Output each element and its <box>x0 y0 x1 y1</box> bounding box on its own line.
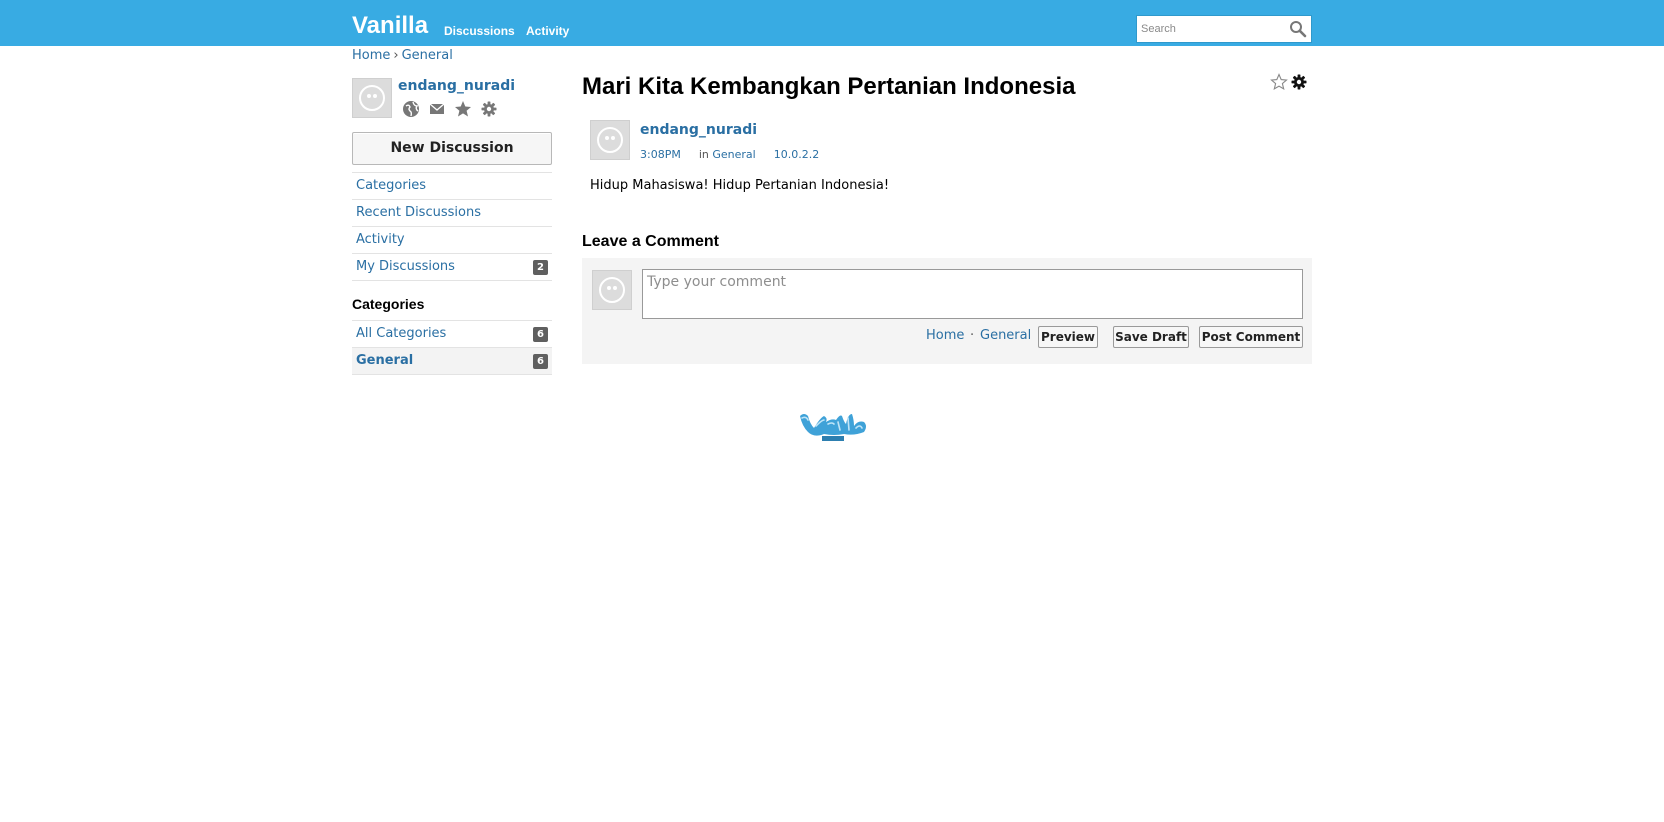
sidebar-nav: Categories Recent Discussions Activity M… <box>352 172 552 281</box>
comment-crumb-separator: · <box>970 328 975 343</box>
categories-heading: Categories <box>352 296 425 312</box>
category-label[interactable]: General <box>356 353 413 368</box>
comment-field-wrapper <box>642 269 1303 319</box>
category-list: All Categories 6 General 6 <box>352 320 552 375</box>
search-input[interactable] <box>1141 20 1281 38</box>
me-box: endang_nuradi <box>352 78 552 120</box>
bookmark-star-icon[interactable] <box>1270 73 1288 91</box>
sidebar-item-my-discussions[interactable]: My Discussions 2 <box>352 254 552 281</box>
gear-icon[interactable] <box>1290 73 1308 91</box>
breadcrumb-separator: › <box>393 48 399 63</box>
post-category-link[interactable]: General <box>712 148 755 161</box>
preview-button[interactable]: Preview <box>1038 326 1098 348</box>
breadcrumb: Home › General <box>352 48 453 63</box>
post-in-label: in General <box>699 148 756 161</box>
count-badge: 2 <box>533 260 548 275</box>
sidebar-item-categories[interactable]: Categories <box>352 173 552 200</box>
breadcrumb-general[interactable]: General <box>402 48 453 63</box>
category-item-all[interactable]: All Categories 6 <box>352 321 552 348</box>
username-link[interactable]: endang_nuradi <box>398 78 515 94</box>
post-author-link[interactable]: endang_nuradi <box>640 122 757 138</box>
sidebar-item-label[interactable]: Categories <box>356 178 426 193</box>
dashboard-icon[interactable] <box>402 100 420 118</box>
category-label[interactable]: All Categories <box>356 326 446 341</box>
comment-form: Home · General Preview Save Draft Post C… <box>582 258 1312 364</box>
brand-logo-link[interactable]: Vanilla <box>352 12 428 40</box>
sidebar-item-label[interactable]: Recent Discussions <box>356 205 481 220</box>
post-meta: 3:08PM in General 10.0.2.2 <box>640 148 819 161</box>
comment-avatar <box>592 270 632 310</box>
in-prefix: in <box>698 148 709 161</box>
sidebar-item-label[interactable]: My Discussions <box>356 259 455 274</box>
nav-activity[interactable]: Activity <box>526 24 569 38</box>
post-body: Hidup Mahasiswa! Hidup Pertanian Indones… <box>590 178 890 193</box>
discussion-options <box>1270 73 1310 91</box>
sidebar-item-label[interactable]: Activity <box>356 232 405 247</box>
count-badge: 6 <box>533 327 548 342</box>
post-author-avatar[interactable] <box>590 120 630 160</box>
bookmarks-icon[interactable] <box>454 100 472 118</box>
search-box <box>1136 15 1312 43</box>
count-badge: 6 <box>533 354 548 369</box>
sidebar-item-activity[interactable]: Activity <box>352 227 552 254</box>
comment-crumb-general[interactable]: General <box>980 328 1031 343</box>
breadcrumb-home[interactable]: Home <box>352 48 390 63</box>
comment-textarea[interactable] <box>643 270 1302 318</box>
avatar[interactable] <box>352 78 392 118</box>
sidebar-item-recent-discussions[interactable]: Recent Discussions <box>352 200 552 227</box>
inbox-icon[interactable] <box>428 100 446 118</box>
post-ip-address[interactable]: 10.0.2.2 <box>774 148 819 161</box>
category-item-general[interactable]: General 6 <box>352 348 552 375</box>
vanilla-forums-logo[interactable] <box>794 408 870 444</box>
nav-discussions[interactable]: Discussions <box>444 24 515 38</box>
save-draft-button[interactable]: Save Draft <box>1113 326 1189 348</box>
top-bar: Vanilla Discussions Activity <box>0 0 1664 46</box>
leave-comment-heading: Leave a Comment <box>582 233 719 250</box>
new-discussion-button[interactable]: New Discussion <box>352 132 552 165</box>
search-icon[interactable] <box>1289 20 1307 38</box>
settings-icon[interactable] <box>480 100 498 118</box>
comment-crumb-home[interactable]: Home <box>926 328 964 343</box>
post-time[interactable]: 3:08PM <box>640 148 681 161</box>
post-comment-button[interactable]: Post Comment <box>1199 326 1303 348</box>
page-title: Mari Kita Kembangkan Pertanian Indonesia <box>582 73 1076 100</box>
